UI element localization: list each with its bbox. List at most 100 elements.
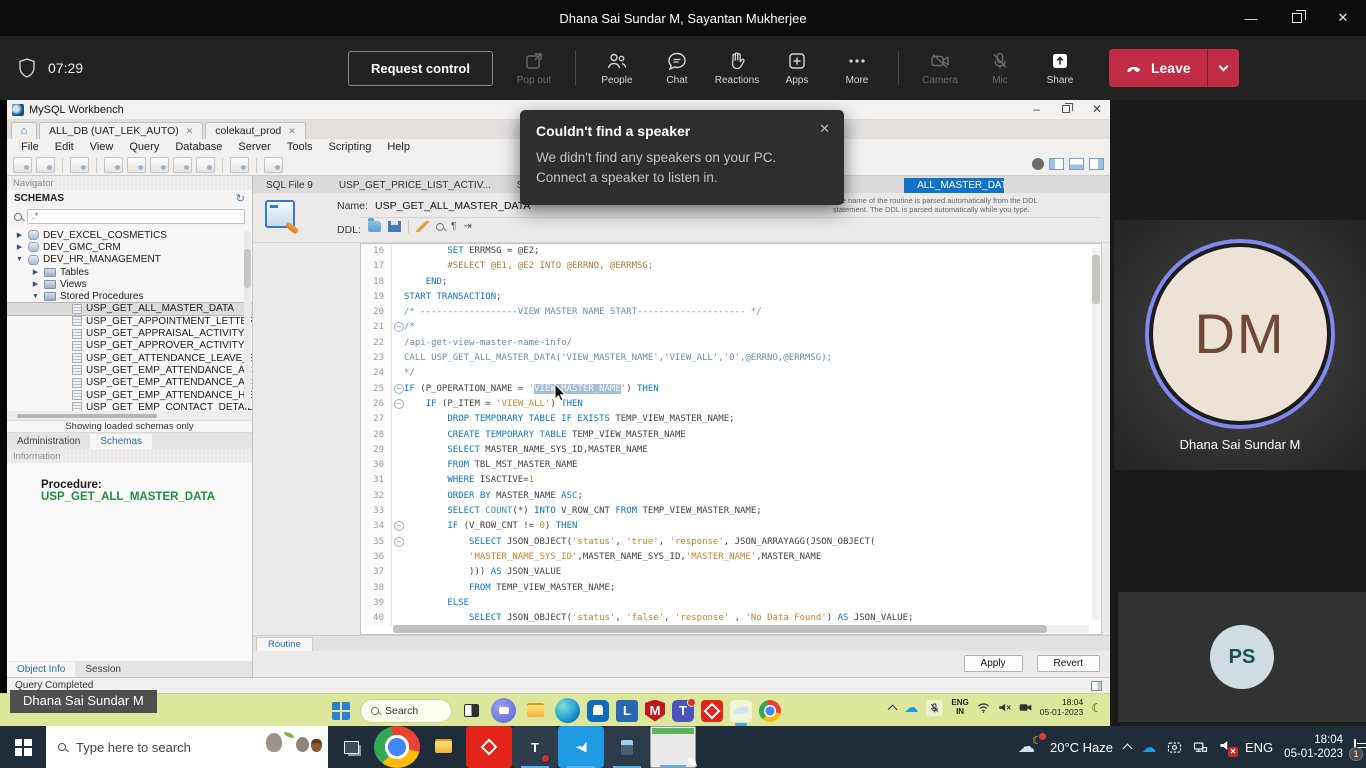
code-line[interactable]: 38 FROM TEMP_VIEW_MASTER_NAME; (361, 581, 1101, 596)
mic-button[interactable]: Mic (973, 51, 1027, 86)
revert-button[interactable]: Revert (1037, 655, 1100, 672)
tree-item[interactable]: USP_GET_EMP_ATTENDANCE_ACTIVITY (7, 364, 252, 376)
menu-item[interactable]: Query (121, 141, 167, 153)
editor-vscrollbar[interactable] (1092, 248, 1100, 620)
shared-clock[interactable]: 18:0405-01-2023 (1040, 698, 1083, 718)
code-line[interactable]: 28 CREATE TEMPORARY TABLE TEMP_VIEW_MAST… (361, 428, 1101, 443)
menu-item[interactable]: Database (167, 141, 230, 153)
code-line[interactable]: 22/api-get-view-master-name-info/ (361, 336, 1101, 351)
leave-options-chevron[interactable] (1208, 49, 1239, 87)
schema-filter-input[interactable]: .* (27, 209, 245, 224)
code-line[interactable]: 33 SELECT COUNT(*) INTO V_ROW_CNT FROM T… (361, 504, 1101, 519)
editor-tab[interactable]: USP_GET_PRICE_LIST_ACTIV... (326, 178, 504, 193)
onedrive-icon[interactable]: ☁ (1142, 739, 1156, 756)
adobe-icon[interactable] (466, 726, 512, 768)
code-line[interactable]: 16 SET ERRMSG = @E2; (361, 244, 1101, 259)
people-button[interactable]: People (590, 51, 644, 86)
more-button[interactable]: More (830, 51, 884, 86)
mic-muted-icon[interactable] (926, 700, 943, 716)
sql-code-editor[interactable]: 16 SET ERRMSG = @E2;17 #SELECT @E1, @E2 … (360, 243, 1102, 635)
toggle-sidebar-icon[interactable] (1049, 158, 1064, 170)
minimize-icon[interactable]: — (1228, 0, 1274, 36)
share-button[interactable]: Share (1033, 51, 1087, 86)
speaker-muted-icon[interactable] (998, 702, 1011, 713)
focus-assist-icon[interactable]: ☾ (1091, 701, 1102, 715)
beautify-icon[interactable] (416, 221, 429, 232)
editor-hscrollbar[interactable] (393, 625, 1089, 633)
fold-marker-icon[interactable] (391, 382, 404, 397)
code-line[interactable]: 31 WHERE ISACTIVE=1 (361, 473, 1101, 488)
invisible-chars-icon[interactable]: ¶ (451, 221, 456, 232)
wrap-text-icon[interactable]: ⇥ (463, 221, 471, 232)
code-line[interactable]: 39 ELSE (361, 596, 1101, 611)
code-line[interactable]: 32 ORDER BY MASTER_NAME ASC; (361, 489, 1101, 504)
fold-marker-icon[interactable] (391, 535, 404, 550)
pop-out-button[interactable]: Pop out (507, 51, 561, 86)
close-icon[interactable]: ✕ (819, 121, 830, 137)
close-icon[interactable]: ✕ (1320, 0, 1366, 36)
teams-icon[interactable]: T (672, 700, 694, 722)
save-icon[interactable] (388, 221, 401, 232)
code-line[interactable]: 18 END; (361, 275, 1101, 290)
shared-search-box[interactable]: Search (360, 699, 452, 723)
expand-arrow-icon[interactable]: ▶ (31, 268, 40, 276)
tree-item[interactable]: USP_GET_EMP_CONTACT_DETAILS_ACTIVITY (7, 401, 252, 411)
notepad-icon[interactable]: ✎ (650, 726, 696, 768)
refresh-icon[interactable]: ↻ (236, 192, 245, 205)
inspector-icon[interactable] (70, 157, 89, 173)
participant-tile-main[interactable]: DM Dhana Sai Sundar M (1114, 220, 1366, 470)
camera-button[interactable]: Camera (913, 51, 967, 86)
search-data-icon[interactable] (230, 157, 249, 173)
vscode-icon[interactable] (558, 726, 604, 768)
leave-button[interactable]: Leave (1109, 49, 1239, 87)
tree-item[interactable]: USP_GET_APPROVER_ACTIVITY (7, 340, 252, 352)
apply-button[interactable]: Apply (964, 655, 1023, 672)
code-line[interactable]: 26 IF (P_ITEM = 'VIEW_ALL') THEN (361, 397, 1101, 412)
code-line[interactable]: 30 FROM TBL_MST_MASTER_NAME (361, 458, 1101, 473)
code-line[interactable]: 34 IF (V_ROW_CNT != 0) THEN (361, 519, 1101, 534)
task-view-icon[interactable] (459, 698, 484, 723)
open-file-icon[interactable] (368, 221, 381, 232)
code-line[interactable]: 36 'MASTER_NAME_SYS_ID',MASTER_NAME_SYS_… (361, 550, 1101, 565)
tree-item[interactable]: USP_GET_ATTENDANCE_LEAVE_SETTINGS_A( (7, 352, 252, 364)
wb-minimize-icon[interactable]: – (1033, 102, 1040, 116)
chat-icon[interactable] (491, 698, 516, 723)
editor-tab-active[interactable]: ALL_MASTER_DAT... ✕ (904, 178, 1004, 193)
code-line[interactable]: 24*/ (361, 366, 1101, 381)
screen-cast-icon[interactable] (1167, 741, 1182, 754)
code-line[interactable]: 27 DROP TEMPORARY TABLE IF EXISTS TEMP_V… (361, 412, 1101, 427)
weather-widget[interactable]: ☾☁ 20°C Haze (1018, 737, 1113, 757)
notification-center[interactable]: 1 (1354, 740, 1356, 755)
tree-item[interactable]: USP_GET_EMP_ATTENDANCE_HISTORY_ACTI (7, 389, 252, 401)
connection-tab[interactable]: ALL_DB (UAT_LEK_AUTO) ✕ (39, 122, 203, 139)
calculator-icon[interactable] (604, 726, 650, 768)
language-indicator[interactable]: ENG (1245, 740, 1273, 755)
open-script-icon[interactable] (36, 157, 55, 173)
code-line[interactable]: 17 #SELECT @E1, @E2 INTO @ERRNO, @ERRMSG… (361, 259, 1101, 274)
tree-item[interactable]: USP_GET_APPRAISAL_ACTIVITY (7, 327, 252, 339)
close-tab-icon[interactable]: ✕ (186, 126, 194, 137)
chat-button[interactable]: Chat (650, 51, 704, 86)
info-bottom-tab[interactable]: Object Info (7, 662, 75, 677)
wb-restore-icon[interactable] (1062, 105, 1070, 113)
mysql-workbench-icon[interactable] (730, 700, 752, 722)
adobe-icon[interactable] (701, 700, 723, 722)
file-explorer-icon[interactable] (420, 726, 466, 768)
create-schema-icon[interactable] (104, 157, 123, 173)
routine-name-field[interactable]: USP_GET_ALL_MASTER_DATA (375, 200, 530, 212)
code-line[interactable]: 29 SELECT MASTER_NAME_SYS_ID,MASTER_NAME (361, 443, 1101, 458)
expand-arrow-icon[interactable]: ▶ (15, 231, 24, 239)
create-function-icon[interactable] (196, 157, 215, 173)
create-view-icon[interactable] (150, 157, 169, 173)
chrome-icon[interactable] (374, 726, 420, 768)
tree-item[interactable]: ▶ Views (7, 278, 252, 290)
edge-icon[interactable] (555, 698, 580, 723)
file-explorer-icon[interactable] (523, 698, 548, 723)
editor-tab[interactable]: SQL File 9 (253, 178, 326, 193)
code-line[interactable]: 23CALL USP_GET_ALL_MASTER_DATA('VIEW_MAS… (361, 351, 1101, 366)
navigator-tab[interactable]: Schemas (90, 434, 152, 449)
code-line[interactable]: 19START TRANSACTION; (361, 290, 1101, 305)
menu-item[interactable]: Tools (279, 141, 321, 153)
restore-icon[interactable] (1274, 0, 1320, 36)
store-icon[interactable] (587, 700, 609, 722)
